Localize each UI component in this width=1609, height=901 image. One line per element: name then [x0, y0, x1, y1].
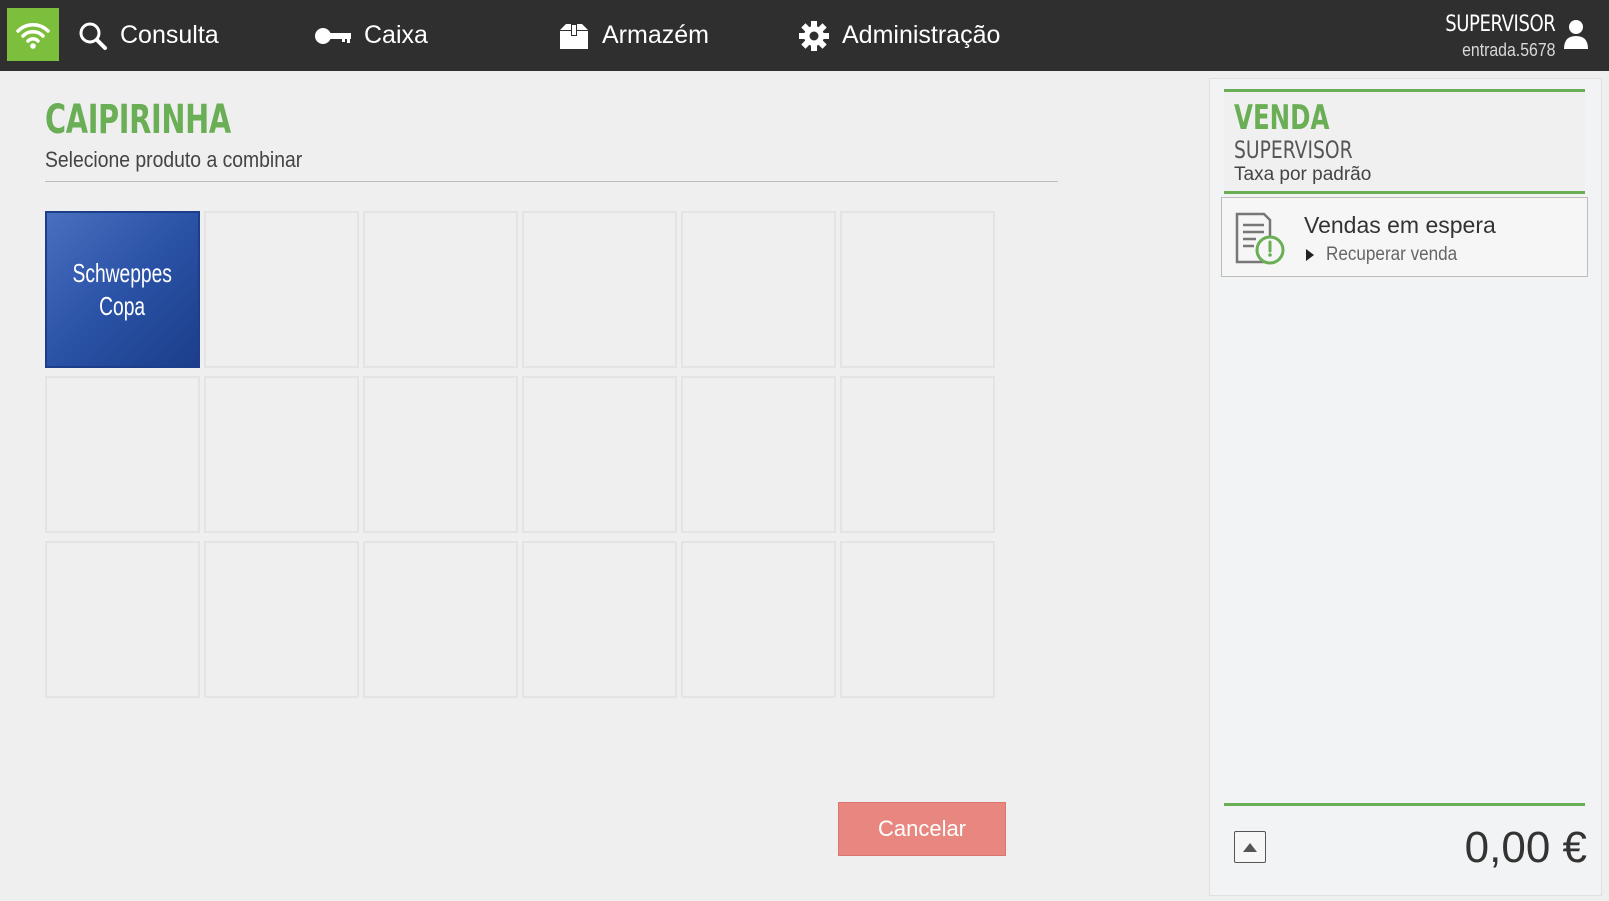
- recover-sale-link[interactable]: Recuperar venda: [1306, 244, 1472, 266]
- user-menu[interactable]: SUPERVISOR entrada.5678: [1421, 8, 1589, 64]
- key-icon: [314, 25, 352, 47]
- title-divider: [45, 181, 1058, 182]
- expand-sale-button[interactable]: [1234, 831, 1266, 863]
- empty-tile: [363, 376, 518, 533]
- pending-sales-button[interactable]: Vendas em espera Recuperar venda: [1221, 197, 1588, 277]
- empty-tile: [204, 376, 359, 533]
- nav-caixa-label: Caixa: [364, 21, 428, 49]
- top-bar: Consulta Caixa Armazém Administração SUP…: [0, 0, 1609, 71]
- sale-user: SUPERVISOR: [1234, 136, 1353, 164]
- cancel-button[interactable]: Cancelar: [838, 802, 1006, 856]
- page-subtitle: Selecione produto a combinar: [45, 147, 303, 172]
- empty-tile: [45, 376, 200, 533]
- empty-tile: [840, 541, 995, 698]
- page-title: CAIPIRINHA: [45, 97, 231, 143]
- empty-tile: [840, 376, 995, 533]
- caret-right-icon: [1306, 249, 1314, 261]
- empty-tile: [522, 541, 677, 698]
- recover-sale-label: Recuperar venda: [1326, 244, 1458, 265]
- nav-armazem-label: Armazém: [602, 21, 709, 49]
- pending-sales-title: Vendas em espera: [1304, 212, 1496, 238]
- product-tile-line2: Copa: [99, 290, 146, 321]
- empty-tile: [681, 541, 836, 698]
- sale-header: VENDA SUPERVISOR Taxa por padrão: [1224, 89, 1585, 194]
- total-divider: [1224, 803, 1585, 806]
- nav-armazem[interactable]: Armazém: [558, 0, 709, 71]
- sale-panel: VENDA SUPERVISOR Taxa por padrão Vendas …: [1209, 78, 1602, 896]
- product-tile-line1: Schweppes: [72, 257, 173, 288]
- empty-tile: [204, 211, 359, 368]
- nav-administracao-label: Administração: [842, 21, 1001, 49]
- user-name: SUPERVISOR: [1444, 12, 1556, 37]
- empty-tile: [363, 541, 518, 698]
- nav-consulta[interactable]: Consulta: [78, 0, 219, 71]
- search-icon: [78, 21, 108, 51]
- product-tile-schweppes-copa[interactable]: Schweppes Copa: [45, 211, 200, 368]
- empty-tile: [363, 211, 518, 368]
- user-login: entrada.5678: [1461, 40, 1555, 60]
- empty-tile: [522, 211, 677, 368]
- product-grid: Schweppes Copa: [45, 211, 995, 698]
- empty-tile: [522, 376, 677, 533]
- wifi-icon: [16, 22, 50, 49]
- gear-icon: [798, 20, 830, 52]
- nav-consulta-label: Consulta: [120, 21, 219, 49]
- nav-caixa[interactable]: Caixa: [314, 0, 428, 71]
- sale-total: 0,00 €: [1464, 823, 1587, 872]
- pending-sale-icon: [1234, 212, 1286, 271]
- sale-tax: Taxa por padrão: [1234, 164, 1372, 185]
- wifi-status-button[interactable]: [7, 8, 59, 61]
- empty-tile: [681, 211, 836, 368]
- empty-tile: [681, 376, 836, 533]
- box-icon: [558, 22, 590, 50]
- empty-tile: [45, 541, 200, 698]
- sale-title: VENDA: [1234, 98, 1330, 138]
- user-icon: [1563, 18, 1589, 55]
- nav-administracao[interactable]: Administração: [798, 0, 1000, 71]
- chevron-up-icon: [1243, 842, 1257, 852]
- empty-tile: [840, 211, 995, 368]
- empty-tile: [204, 541, 359, 698]
